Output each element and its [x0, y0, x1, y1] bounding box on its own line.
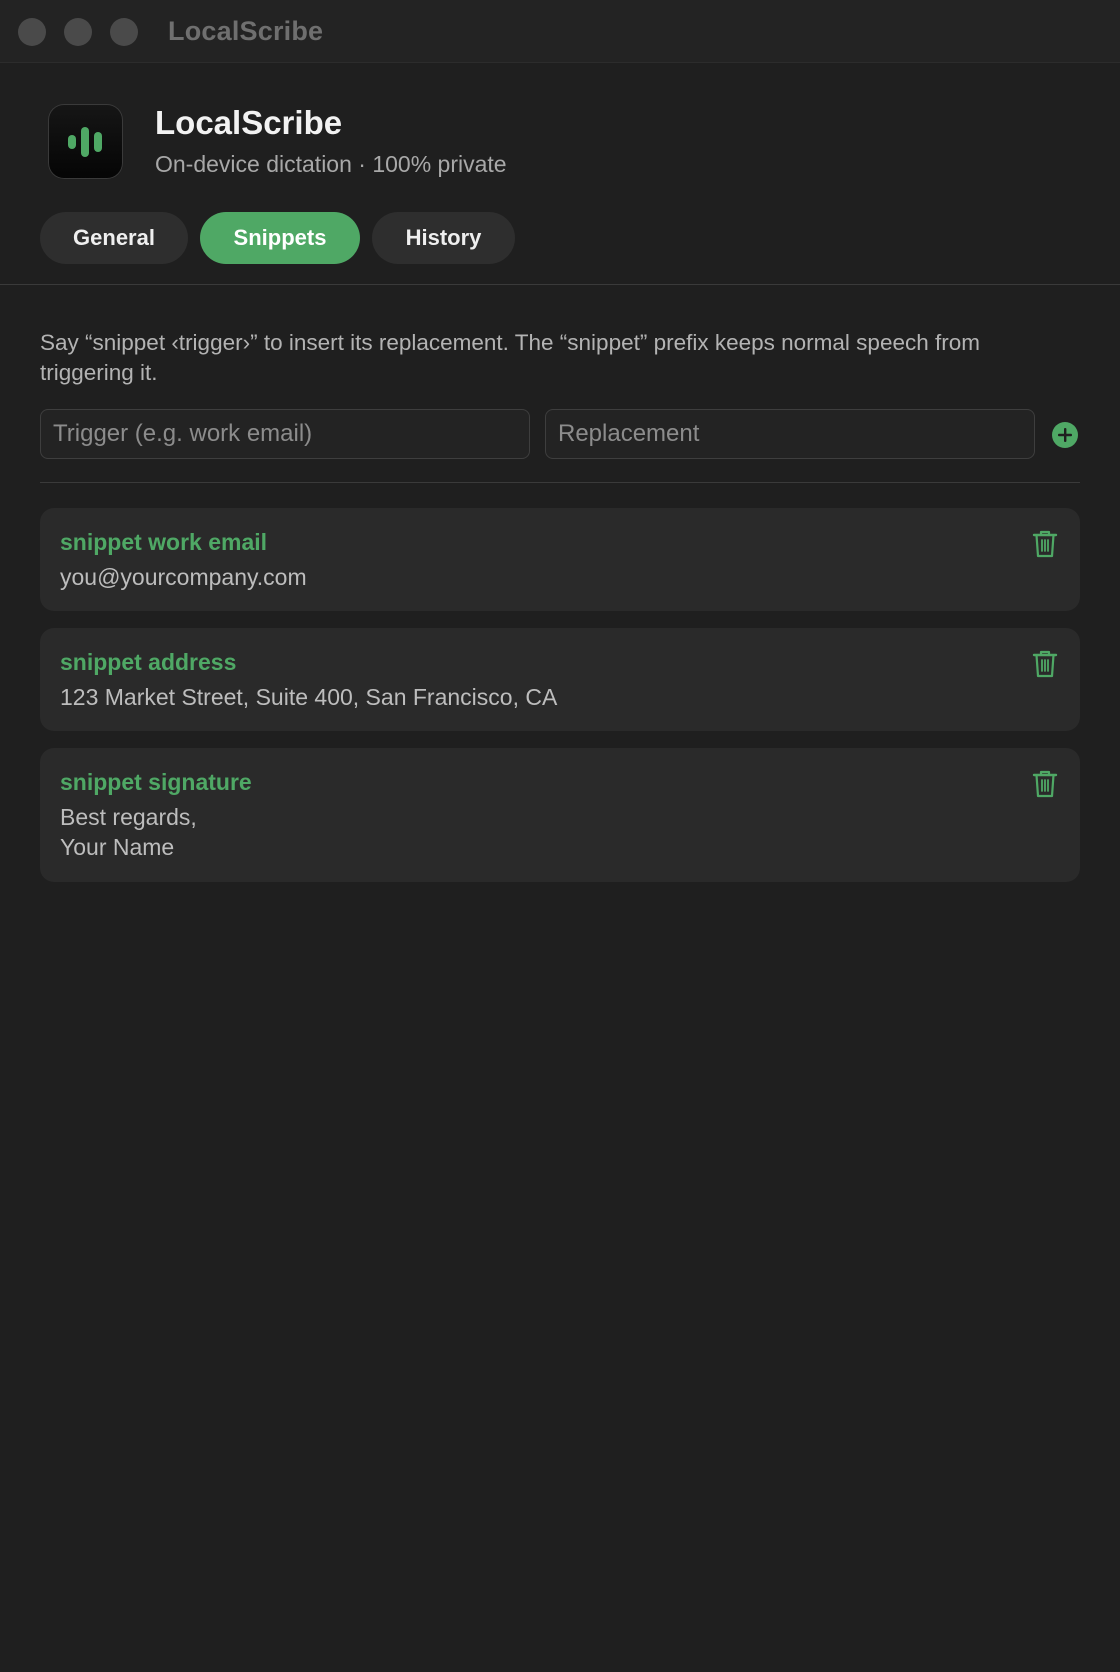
snippet-replacement: 123 Market Street, Suite 400, San Franci… [60, 684, 558, 710]
tab-history[interactable]: History [372, 212, 515, 264]
close-window-button[interactable] [18, 18, 46, 46]
tab-snippets[interactable]: Snippets [200, 212, 360, 264]
delete-snippet-button[interactable] [1030, 648, 1060, 680]
snippet-trigger: snippet work email [60, 529, 268, 555]
app-name: LocalScribe [155, 104, 343, 141]
snippet-card: snippet signature Best regards, Your Nam… [40, 748, 1080, 882]
list-divider [40, 482, 1080, 483]
app-subtitle: On-device dictation · 100% private [155, 151, 507, 177]
header-divider [0, 284, 1120, 285]
trash-icon [1032, 770, 1058, 798]
delete-snippet-button[interactable] [1030, 528, 1060, 560]
tab-general[interactable]: General [40, 212, 188, 264]
window-title: LocalScribe [168, 16, 324, 46]
replacement-input[interactable] [545, 409, 1035, 459]
delete-snippet-button[interactable] [1030, 768, 1060, 800]
snippet-replacement: Best regards, Your Name [60, 804, 197, 860]
trash-icon [1032, 650, 1058, 678]
plus-circle-icon [1058, 428, 1072, 442]
add-snippet-button[interactable] [1052, 422, 1078, 448]
snippet-trigger: snippet address [60, 649, 237, 675]
trigger-input[interactable] [40, 409, 530, 459]
snippet-trigger: snippet signature [60, 769, 252, 795]
title-bar: LocalScribe [0, 0, 1120, 63]
minimize-window-button[interactable] [64, 18, 92, 46]
zoom-window-button[interactable] [110, 18, 138, 46]
snippet-card: snippet address 123 Market Street, Suite… [40, 628, 1080, 731]
trash-icon [1032, 530, 1058, 558]
snippet-replacement: you@yourcompany.com [60, 564, 307, 590]
snippet-card: snippet work email you@yourcompany.com [40, 508, 1080, 611]
waveform-icon [48, 104, 123, 179]
snippets-help-text: Say “snippet ‹trigger›” to insert its re… [40, 330, 980, 385]
